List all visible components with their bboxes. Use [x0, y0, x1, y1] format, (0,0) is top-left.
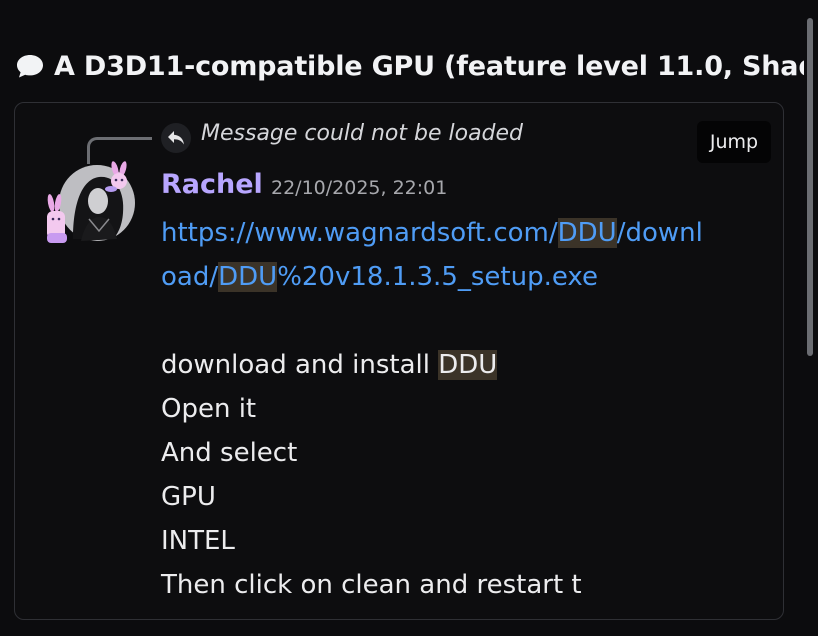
message-line: Open it — [161, 394, 257, 424]
search-highlight: DDU — [557, 218, 617, 248]
scrollbar[interactable] — [806, 0, 814, 636]
reply-connector — [87, 137, 152, 164]
scrollbar-thumb[interactable] — [807, 18, 813, 356]
download-link-continued[interactable]: oad/DDU%20v18.1.3.5_setup.exe — [161, 255, 761, 299]
message-line: download and install DDU — [161, 350, 498, 380]
message-line: And select — [161, 438, 298, 468]
reply-status-text: Message could not be loaded — [201, 121, 524, 146]
message-line: Then click on clean and restart t — [161, 570, 582, 600]
thread-title: A D3D11-compatible GPU (feature level 11… — [54, 50, 804, 82]
message-timestamp: 22/10/2025, 22:01 — [271, 177, 448, 199]
search-highlight: DDU — [438, 350, 498, 380]
download-link[interactable]: https://www.wagnardsoft.com/DDU/downl — [161, 211, 761, 255]
author-name[interactable]: Rachel — [161, 169, 263, 200]
avatar[interactable] — [43, 161, 135, 257]
message-line: INTEL — [161, 526, 235, 556]
search-highlight: DDU — [218, 262, 278, 292]
reply-arrow-icon — [161, 123, 191, 153]
message-card: Jump Message could not be loaded Rachel … — [14, 102, 784, 620]
thread-header[interactable]: A D3D11-compatible GPU (feature level 11… — [16, 46, 804, 86]
message-line: GPU — [161, 482, 216, 512]
speech-bubble-icon — [16, 52, 44, 80]
page: A D3D11-compatible GPU (feature level 11… — [0, 0, 818, 636]
message-body: https://www.wagnardsoft.com/DDU/downl oa… — [161, 211, 761, 607]
jump-button[interactable]: Jump — [697, 121, 771, 163]
